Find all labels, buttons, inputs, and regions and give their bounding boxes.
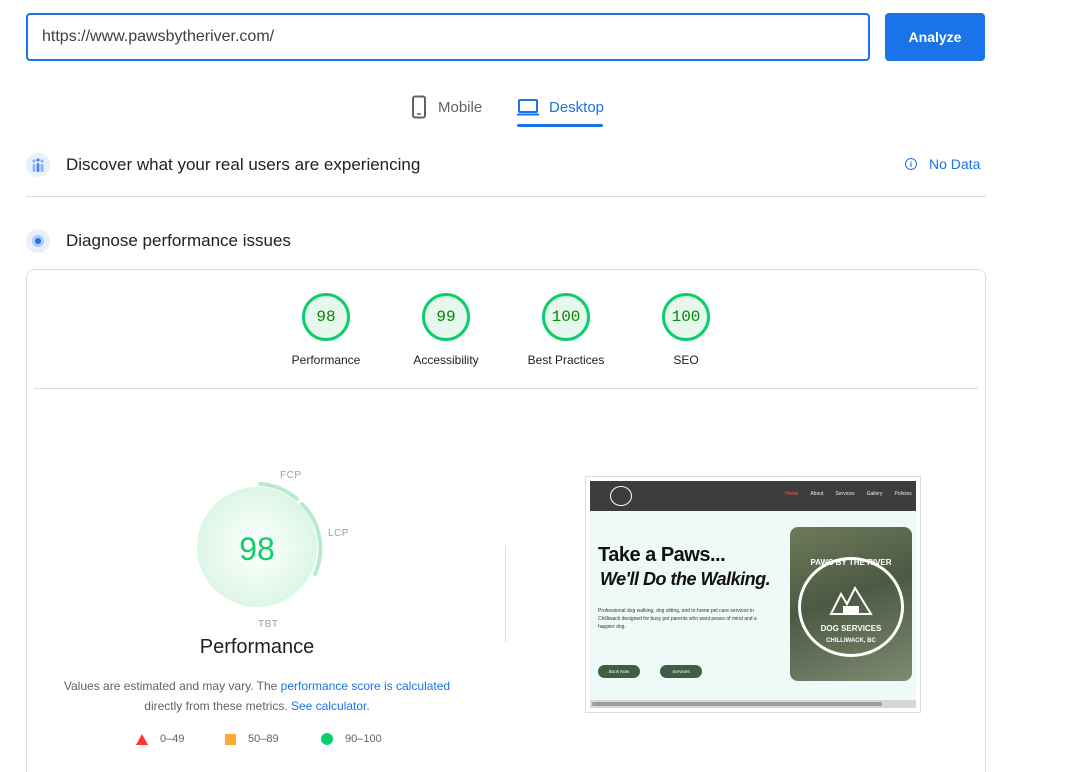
score-label: Best Practices — [527, 353, 605, 367]
score-gauge-accessibility[interactable]: 99 Accessibility — [396, 293, 496, 367]
score-value: 100 — [662, 293, 710, 341]
thumb-nav-link: Home — [785, 491, 799, 497]
thumb-hero-photo: PAWS BY THE RIVER DOG SERVICES CHILLIWAC… — [790, 527, 912, 681]
performance-gauge: 98 — [167, 459, 347, 639]
url-input[interactable] — [26, 13, 870, 61]
real-users-section: Discover what your real users are experi… — [26, 153, 420, 177]
legend-average-range: 50–89 — [248, 733, 279, 745]
score-value: 98 — [302, 293, 350, 341]
badge-text: CHILLIWACK, BC — [826, 638, 876, 644]
score-gauge-performance[interactable]: 98 Performance — [276, 293, 376, 367]
laptop-icon — [517, 99, 539, 116]
diagnose-section: Diagnose performance issues — [26, 229, 291, 253]
phone-icon — [412, 95, 426, 119]
thumb-nav-link: Gallery — [866, 491, 883, 497]
tab-desktop-label: Desktop — [549, 98, 605, 116]
thumb-subheadline: We'll Do the Walking. — [600, 569, 771, 589]
final-screenshot-thumbnail[interactable]: Home About Services Gallery Policies Tak… — [585, 476, 921, 713]
metric-label-fcp: FCP — [280, 470, 302, 481]
pass-circle-icon — [321, 733, 333, 745]
score-note: Values are estimated and may vary. The p… — [56, 676, 458, 716]
thumb-headline: Take a Paws... — [598, 544, 726, 566]
thumb-scrollbar — [590, 700, 916, 708]
thumb-nav-link: Policies — [894, 491, 912, 497]
note-text: directly from these metrics. — [144, 699, 288, 713]
metric-label-tbt: TBT — [258, 619, 279, 630]
legend-fail-range: 0–49 — [160, 733, 185, 745]
real-users-title: Discover what your real users are experi… — [66, 155, 421, 174]
fail-triangle-icon — [136, 733, 148, 745]
info-icon: i — [905, 158, 917, 170]
thumbnail-navbar: Home About Services Gallery Policies — [590, 481, 916, 511]
see-calculator-link[interactable]: See calculator. — [291, 699, 370, 713]
section-divider — [26, 196, 986, 197]
tab-active-indicator — [517, 124, 603, 127]
tab-mobile[interactable]: Mobile — [410, 86, 482, 128]
performance-score: 98 — [239, 530, 275, 567]
average-square-icon — [225, 733, 236, 745]
score-gauge-best-practices[interactable]: 100 Best Practices — [516, 293, 616, 367]
site-logo-icon — [610, 486, 632, 506]
legend-pass-range: 90–100 — [345, 733, 382, 745]
no-data-link[interactable]: i No Data — [905, 156, 980, 172]
score-gauge-seo[interactable]: 100 SEO — [636, 293, 736, 367]
thumb-book-button: Book Now — [598, 665, 640, 678]
note-text: Values are estimated and may vary. The — [63, 679, 281, 693]
thumb-nav-link: About — [810, 491, 824, 497]
thumb-paragraph: Professional dog walking, dog sitting, a… — [598, 608, 757, 630]
lighthouse-target-icon — [26, 229, 50, 253]
score-label: Performance — [291, 353, 361, 367]
badge-text: PAWS BY THE RIVER — [810, 558, 892, 567]
thumb-services-button: Services — [660, 665, 702, 678]
thumb-nav-link: Services — [835, 491, 855, 497]
tab-mobile-label: Mobile — [438, 98, 483, 116]
tab-desktop[interactable]: Desktop — [517, 86, 604, 128]
performance-title: Performance — [199, 636, 315, 658]
diagnose-title: Diagnose performance issues — [66, 231, 291, 250]
legend-fail: 0–49 — [136, 733, 184, 745]
score-label: SEO — [673, 353, 699, 367]
score-label: Accessibility — [413, 353, 479, 367]
legend-pass: 90–100 — [321, 733, 382, 745]
score-value: 100 — [542, 293, 590, 341]
scores-divider — [34, 388, 978, 389]
legend-average: 50–89 — [225, 733, 279, 745]
badge-text: DOG SERVICES — [820, 624, 882, 633]
analyze-button[interactable]: Analyze — [885, 13, 985, 61]
metric-label-lcp: LCP — [328, 528, 349, 539]
score-calculated-link[interactable]: performance score is calculated — [281, 679, 450, 693]
crux-users-icon — [26, 153, 50, 177]
vertical-separator — [505, 546, 506, 642]
no-data-label: No Data — [929, 156, 981, 172]
dog-services-badge-icon: PAWS BY THE RIVER DOG SERVICES CHILLIWAC… — [798, 557, 904, 657]
score-value: 99 — [422, 293, 470, 341]
